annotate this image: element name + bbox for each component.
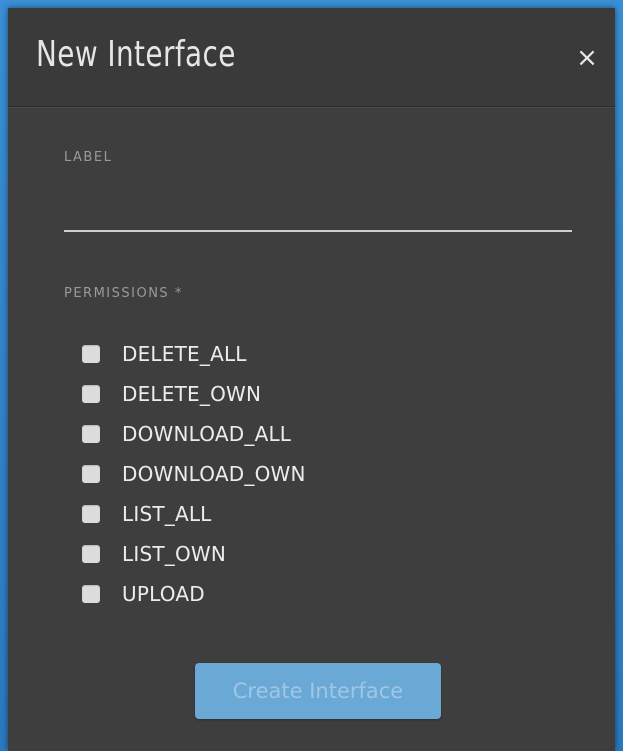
permissions-list: DELETE_ALL DELETE_OWN DOWNLOAD_ALL DOWNL… <box>82 334 306 614</box>
checkbox[interactable] <box>82 425 100 443</box>
checkbox[interactable] <box>82 505 100 523</box>
permission-option-list-all[interactable]: LIST_ALL <box>82 494 306 534</box>
permission-option-download-own[interactable]: DOWNLOAD_OWN <box>82 454 306 494</box>
label-input[interactable] <box>64 194 572 232</box>
dialog-title: New Interface <box>36 34 236 75</box>
new-interface-dialog: New Interface × LABEL PERMISSIONS * DELE… <box>8 8 615 751</box>
checkbox[interactable] <box>82 585 100 603</box>
permission-option-list-own[interactable]: LIST_OWN <box>82 534 306 574</box>
permission-option-download-all[interactable]: DOWNLOAD_ALL <box>82 414 306 454</box>
permission-label: UPLOAD <box>122 582 205 606</box>
permission-label: LIST_ALL <box>122 502 212 526</box>
close-icon[interactable]: × <box>573 44 601 72</box>
permission-label: DOWNLOAD_ALL <box>122 422 292 446</box>
permission-label: DELETE_OWN <box>122 382 262 406</box>
permission-label: DOWNLOAD_OWN <box>122 462 306 486</box>
checkbox[interactable] <box>82 465 100 483</box>
checkbox[interactable] <box>82 345 100 363</box>
permission-option-delete-own[interactable]: DELETE_OWN <box>82 374 306 414</box>
dialog-header: New Interface × <box>8 8 615 107</box>
permissions-label: PERMISSIONS * <box>64 286 183 301</box>
checkbox[interactable] <box>82 545 100 563</box>
permission-label: DELETE_ALL <box>122 342 247 366</box>
checkbox[interactable] <box>82 385 100 403</box>
permission-option-upload[interactable]: UPLOAD <box>82 574 306 614</box>
permission-label: LIST_OWN <box>122 542 227 566</box>
permission-option-delete-all[interactable]: DELETE_ALL <box>82 334 306 374</box>
label-field-label: LABEL <box>64 150 113 165</box>
create-interface-button[interactable]: Create Interface <box>195 663 441 719</box>
